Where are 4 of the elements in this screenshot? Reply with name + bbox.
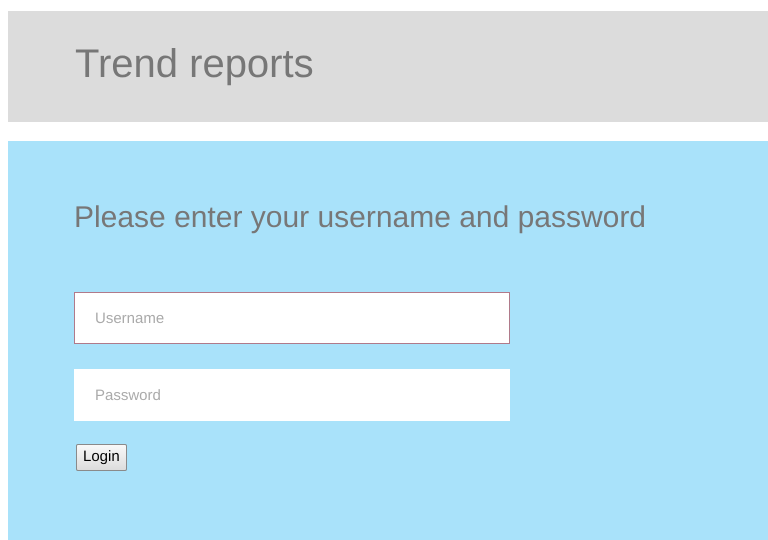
input-field[interactable]: Username bbox=[74, 292, 510, 344]
page-title: Trend reports bbox=[75, 44, 314, 88]
login-button[interactable]: Login bbox=[76, 444, 127, 471]
login-heading: Please enter your username and password bbox=[74, 203, 647, 233]
